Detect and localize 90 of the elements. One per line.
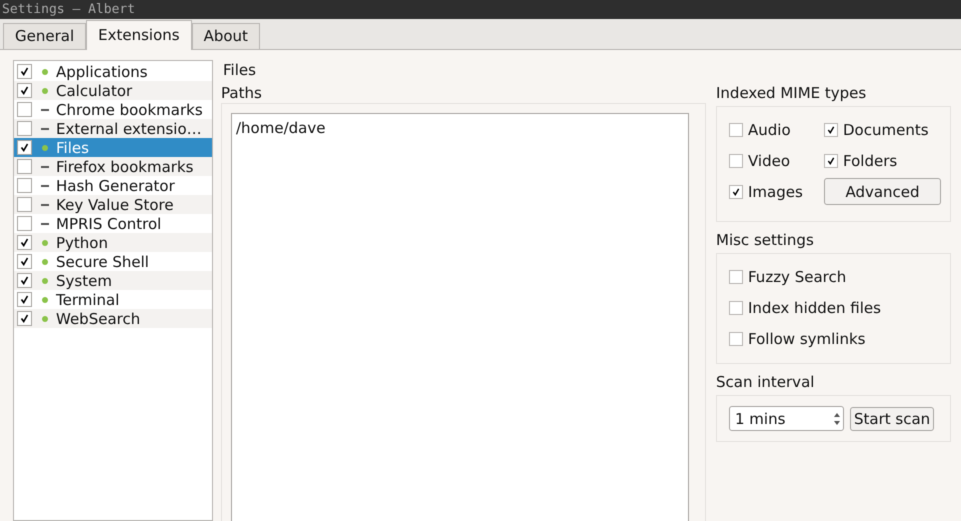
extension-item[interactable]: Secure Shell bbox=[14, 252, 212, 271]
extension-item[interactable]: Hash Generator bbox=[14, 176, 212, 195]
checkbox[interactable] bbox=[729, 270, 743, 284]
checkbox[interactable] bbox=[729, 184, 743, 198]
checkbox-label: Folders bbox=[843, 152, 898, 170]
start-scan-button[interactable]: Start scan bbox=[850, 406, 934, 430]
check-icon bbox=[20, 86, 29, 95]
checkbox[interactable] bbox=[729, 300, 743, 314]
checkbox-label: Fuzzy Search bbox=[748, 268, 846, 286]
extension-item[interactable]: Terminal bbox=[14, 290, 212, 309]
mime-checkbox[interactable]: Folders bbox=[824, 151, 944, 170]
extension-item[interactable]: Python bbox=[14, 233, 212, 252]
check-icon bbox=[732, 188, 740, 196]
checkbox[interactable] bbox=[729, 122, 743, 136]
setting-checkbox[interactable]: Follow symlinks bbox=[729, 329, 950, 348]
interval-spinbox[interactable]: 1 mins bbox=[729, 406, 844, 431]
checkbox[interactable] bbox=[729, 154, 743, 168]
extension-name: Firefox bookmarks bbox=[56, 158, 194, 176]
extension-item[interactable]: Files bbox=[14, 138, 212, 157]
extension-name: WebSearch bbox=[56, 310, 140, 328]
extension-item[interactable]: Calculator bbox=[14, 81, 212, 100]
extension-name: Chrome bookmarks bbox=[56, 100, 203, 118]
checkbox-label: Images bbox=[748, 182, 803, 200]
setting-checkbox[interactable]: Index hidden files bbox=[729, 298, 950, 317]
checkbox[interactable] bbox=[17, 121, 32, 136]
extension-name: Calculator bbox=[56, 82, 132, 100]
group-title: Misc settings bbox=[716, 230, 815, 250]
check-icon bbox=[20, 67, 29, 76]
check-icon bbox=[20, 295, 29, 304]
group-title: Scan interval bbox=[716, 372, 816, 392]
group-title: Indexed MIME types bbox=[716, 83, 868, 103]
checkbox[interactable] bbox=[17, 197, 32, 212]
check-icon bbox=[20, 276, 29, 285]
extension-name: Secure Shell bbox=[56, 252, 149, 270]
extension-item[interactable]: Key Value Store bbox=[14, 195, 212, 214]
checkbox[interactable] bbox=[17, 254, 32, 269]
extension-item[interactable]: System bbox=[14, 271, 212, 290]
mime-checkbox[interactable]: Audio bbox=[729, 120, 824, 139]
checkbox[interactable] bbox=[17, 178, 32, 193]
extension-item[interactable]: WebSearch bbox=[14, 309, 212, 328]
check-icon bbox=[20, 314, 29, 323]
advanced-button[interactable]: Advanced bbox=[824, 178, 941, 205]
checkbox[interactable] bbox=[17, 83, 32, 98]
checkbox-label: Audio bbox=[748, 120, 791, 138]
page-title: Files bbox=[222, 60, 257, 80]
mime-checkbox[interactable]: Images bbox=[729, 182, 824, 201]
checkbox[interactable] bbox=[17, 140, 32, 155]
check-icon bbox=[20, 143, 29, 152]
checkbox-label: Follow symlinks bbox=[748, 330, 866, 348]
checkbox-label: Index hidden files bbox=[748, 298, 881, 316]
extension-item[interactable]: Chrome bookmarks bbox=[14, 100, 212, 119]
check-icon bbox=[827, 156, 835, 164]
extension-item[interactable]: Applications bbox=[14, 62, 212, 81]
checkbox[interactable] bbox=[824, 122, 838, 136]
checkbox[interactable] bbox=[17, 311, 32, 326]
extension-name: Applications bbox=[56, 62, 148, 80]
checkbox[interactable] bbox=[824, 154, 838, 168]
tab[interactable]: General bbox=[3, 23, 86, 49]
checkbox-label: Documents bbox=[843, 120, 929, 138]
path-item[interactable]: /home/dave bbox=[236, 119, 688, 137]
extension-item[interactable]: MPRIS Control bbox=[14, 214, 212, 233]
tab[interactable]: About bbox=[192, 23, 260, 49]
checkbox[interactable] bbox=[17, 216, 32, 231]
checkbox[interactable] bbox=[17, 102, 32, 117]
window-title: Settings — Albert bbox=[2, 2, 136, 17]
tab[interactable]: Extensions bbox=[86, 20, 192, 50]
extension-name: System bbox=[56, 272, 112, 290]
extension-name: Python bbox=[56, 234, 108, 252]
extension-name: External extensio… bbox=[56, 120, 202, 138]
mime-checkbox[interactable]: Documents bbox=[824, 120, 944, 139]
extension-name: Hash Generator bbox=[56, 176, 175, 194]
checkbox[interactable] bbox=[17, 159, 32, 174]
extension-name: Files bbox=[56, 138, 89, 156]
paths-label: Paths bbox=[221, 83, 263, 103]
mime-checkbox[interactable]: Video bbox=[729, 151, 824, 170]
extension-name: MPRIS Control bbox=[56, 214, 162, 232]
check-icon bbox=[20, 257, 29, 266]
checkbox-label: Video bbox=[748, 152, 790, 170]
checkbox[interactable] bbox=[17, 64, 32, 79]
checkbox[interactable] bbox=[17, 292, 32, 307]
extension-name: Terminal bbox=[56, 290, 120, 308]
setting-checkbox[interactable]: Fuzzy Search bbox=[729, 267, 950, 286]
checkbox[interactable] bbox=[17, 273, 32, 288]
checkbox[interactable] bbox=[17, 235, 32, 250]
check-icon bbox=[827, 126, 835, 134]
extension-item[interactable]: Firefox bookmarks bbox=[14, 157, 212, 176]
extension-item[interactable]: External extensio… bbox=[14, 119, 212, 138]
extension-name: Key Value Store bbox=[56, 196, 174, 214]
checkbox[interactable] bbox=[729, 332, 743, 346]
check-icon bbox=[20, 238, 29, 247]
